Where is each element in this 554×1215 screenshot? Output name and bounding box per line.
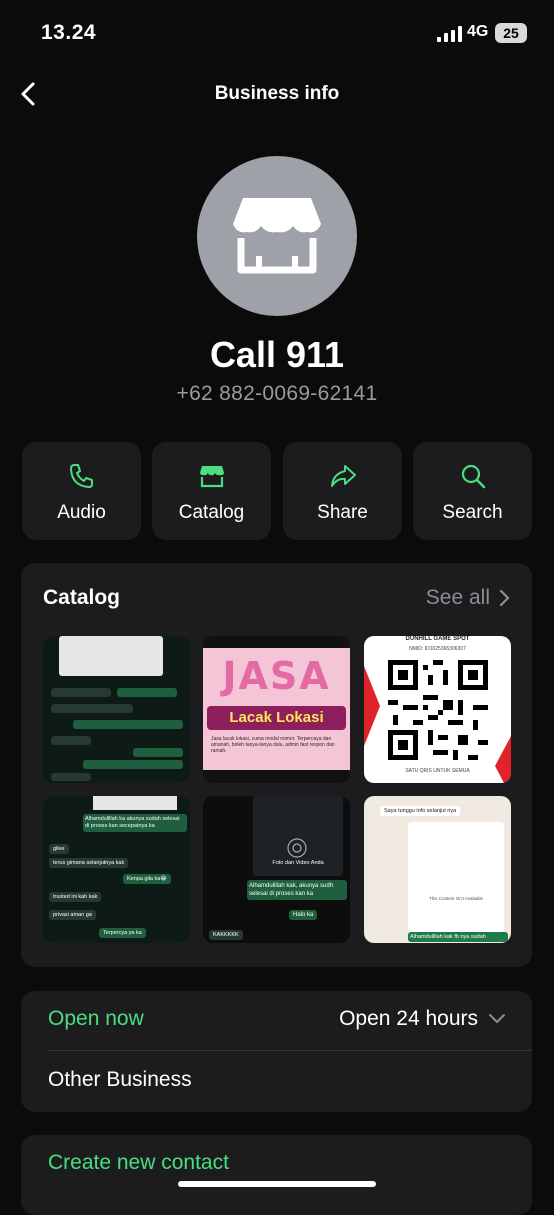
flyer-title: JASA xyxy=(222,654,331,698)
catalog-button[interactable]: Catalog xyxy=(152,442,271,540)
search-label: Search xyxy=(442,502,503,523)
status-time: 13.24 xyxy=(41,21,97,44)
signal-icon xyxy=(437,26,462,42)
audio-label: Audio xyxy=(57,502,106,523)
chat-line: trusted ini kah kak xyxy=(49,892,102,902)
share-label: Share xyxy=(317,502,368,523)
catalog-item-3[interactable]: DUNHILL GAME SPOT NMID: ID1025365306307 … xyxy=(364,636,511,783)
hours-dropdown[interactable]: Open 24 hours xyxy=(339,1007,506,1031)
catalog-card: Catalog See all JASA Lacak Lokasi Jasa l… xyxy=(21,563,532,967)
battery-indicator: 25 xyxy=(495,23,527,43)
chat-line: Alhamdulillah kak fb nya sudah xyxy=(408,932,508,942)
search-icon xyxy=(461,464,486,489)
chevron-right-icon xyxy=(499,589,510,607)
divider xyxy=(48,1050,532,1051)
hours-label: Open 24 hours xyxy=(339,1007,478,1030)
search-button[interactable]: Search xyxy=(413,442,532,540)
catalog-item-6[interactable]: Saya tunggu info selanjut nya This Conte… xyxy=(364,796,511,943)
catalog-item-5[interactable]: Foto dan Video Anda Alhamdulillah kak, a… xyxy=(203,796,350,943)
chat-line: Halo ka xyxy=(289,910,318,920)
create-contact-button[interactable]: Create new contact xyxy=(21,1135,532,1215)
page-title: Business info xyxy=(214,83,340,104)
business-category: Other Business xyxy=(48,1068,192,1091)
qr-code-icon xyxy=(388,660,488,760)
photo-caption: Foto dan Video Anda xyxy=(272,860,324,866)
chat-line: This Content Isn't Available xyxy=(428,896,484,901)
chat-line: Alhamdulillah kak, akunya sudh selesai d… xyxy=(247,880,347,900)
storefront-icon xyxy=(233,198,321,274)
share-icon xyxy=(331,465,356,487)
flyer-subtitle: Lacak Lokasi xyxy=(229,709,324,726)
chat-line: Alhamdulillah ka akunya sudah selesai di… xyxy=(83,814,187,832)
catalog-item-4[interactable]: Alhamdulillah ka akunya sudah selesai di… xyxy=(43,796,190,943)
catalog-item-1[interactable] xyxy=(43,636,190,783)
catalog-label: Catalog xyxy=(178,502,245,523)
business-name: Call 911 xyxy=(209,334,345,375)
network-type: 4G xyxy=(467,23,489,40)
camera-icon xyxy=(287,838,307,858)
chat-line: Kenpa gila ka😂 xyxy=(123,874,171,884)
flyer-body: Jasa lacak lokasi, cuma modal nomor. Ter… xyxy=(211,736,335,754)
chat-line: gilee xyxy=(49,844,69,854)
chat-line: terus gimana selanjutnya kak xyxy=(49,858,129,868)
qris-footer: SATU QRIS UNTUK SEMUA xyxy=(405,768,470,774)
chevron-down-icon xyxy=(489,1014,505,1024)
audio-call-button[interactable]: Audio xyxy=(22,442,141,540)
phone-icon xyxy=(70,464,93,488)
chat-line: Saya tunggu info selanjut nya xyxy=(380,806,461,816)
chat-line: Terpercya ya ka xyxy=(99,928,146,938)
storefront-icon xyxy=(200,466,224,488)
open-status: Open now xyxy=(48,1007,144,1030)
business-avatar xyxy=(197,156,357,316)
phone-number[interactable]: +62 882-0069-62141 xyxy=(0,382,554,406)
catalog-item-2[interactable]: JASA Lacak Lokasi Jasa lacak lokasi, cum… xyxy=(203,636,350,783)
qris-header: DUNHILL GAME SPOT xyxy=(405,636,470,642)
chat-line: privasi aman ga xyxy=(49,910,96,920)
business-hours-card: Open now Open 24 hours Other Business xyxy=(21,991,532,1112)
qris-nmid: NMID: ID1025365306307 xyxy=(409,646,466,652)
chat-line: KAKKKKK xyxy=(209,930,243,940)
catalog-title: Catalog xyxy=(43,586,121,609)
see-all-link[interactable]: See all xyxy=(426,586,510,610)
home-indicator[interactable] xyxy=(178,1181,376,1187)
see-all-label: See all xyxy=(425,586,490,609)
share-button[interactable]: Share xyxy=(283,442,402,540)
create-contact-label: Create new contact xyxy=(48,1151,229,1174)
